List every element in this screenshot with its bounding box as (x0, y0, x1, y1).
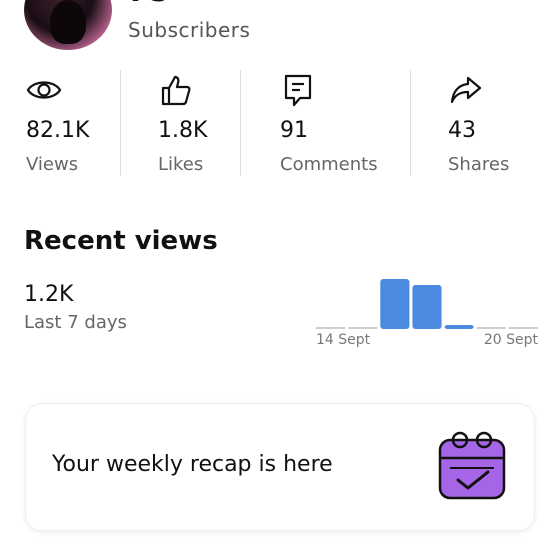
eye-icon (26, 81, 62, 99)
chart-bar (508, 327, 538, 329)
comments-value: 91 (280, 118, 308, 143)
recent-views-period: Last 7 days (24, 312, 127, 333)
views-label: Views (26, 154, 79, 175)
stats-row: 82.1K Views 1.8K Likes 91 Comments 43 Sh… (0, 70, 560, 178)
chart-bar (380, 279, 410, 329)
chart-bar (348, 327, 378, 329)
thumbs-up-icon (161, 75, 191, 106)
profile-header: 75 Subscribers (0, 0, 560, 56)
subscriber-count: 75 (128, 0, 170, 9)
chart-bar (444, 325, 474, 329)
stat-divider (240, 70, 241, 176)
shares-value: 43 (448, 118, 476, 143)
bar-chart-plot (316, 279, 538, 329)
likes-value: 1.8K (158, 118, 208, 143)
weekly-recap-card[interactable]: Your weekly recap is here (26, 404, 534, 530)
chart-bar (412, 285, 442, 329)
chart-bar (476, 327, 506, 329)
recent-views-title: Recent views (24, 226, 218, 256)
likes-label: Likes (158, 154, 204, 175)
stat-divider (410, 70, 411, 176)
avatar[interactable] (24, 0, 112, 50)
comment-icon (284, 74, 312, 107)
x-tick-label: 20 Sept (483, 332, 538, 348)
comments-label: Comments (280, 154, 378, 175)
recent-views-chart: 14 Sept 20 Sept (316, 270, 538, 356)
subscriber-label: Subscribers (128, 18, 251, 42)
recent-views-value: 1.2K (24, 282, 74, 307)
x-tick-label: 14 Sept (316, 332, 371, 348)
calendar-check-icon (438, 431, 506, 500)
chart-bar (316, 327, 346, 329)
stat-divider (120, 70, 121, 176)
views-value: 82.1K (26, 118, 90, 143)
shares-label: Shares (448, 154, 510, 175)
weekly-recap-text: Your weekly recap is here (52, 452, 333, 477)
share-icon (450, 76, 482, 104)
